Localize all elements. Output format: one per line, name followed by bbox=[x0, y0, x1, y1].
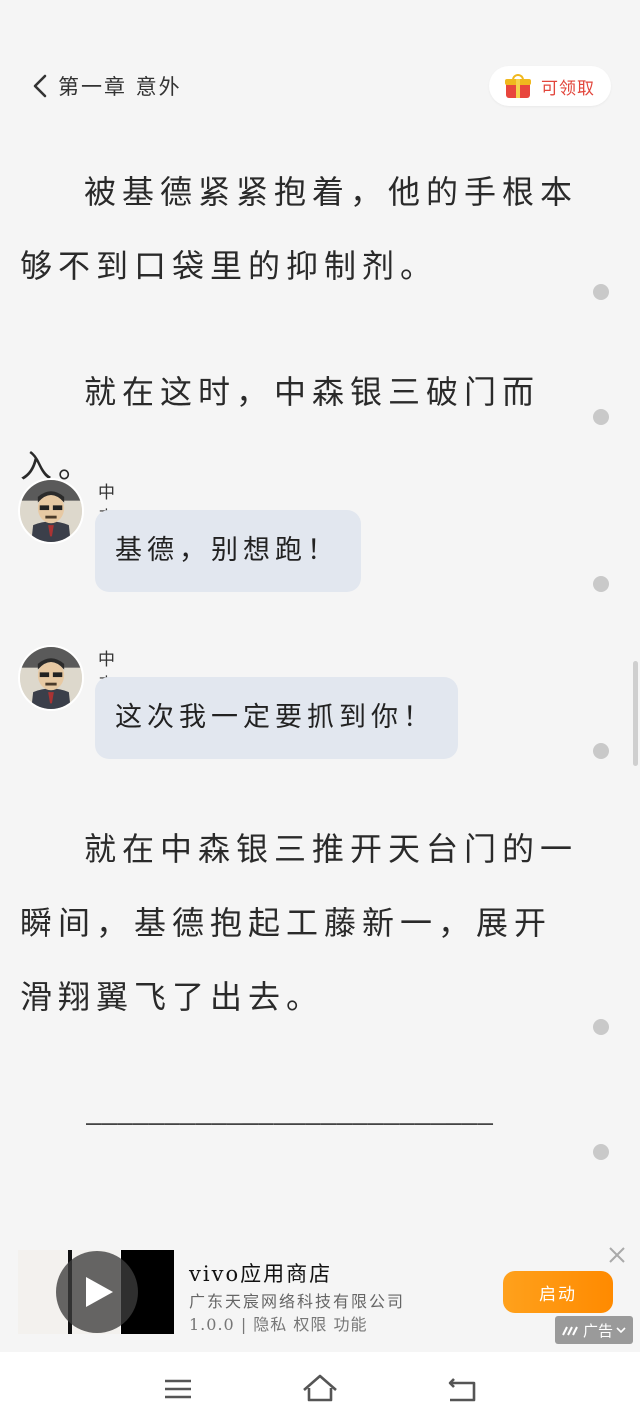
paragraph-comment-dot[interactable] bbox=[593, 284, 609, 300]
menu-icon bbox=[165, 1379, 191, 1399]
ad-meta-divider: | bbox=[240, 1315, 248, 1334]
chat-bubble: 基德，别想跑！ bbox=[95, 510, 361, 592]
back-icon bbox=[448, 1378, 476, 1402]
avatar[interactable] bbox=[18, 645, 84, 711]
ad-logo-icon bbox=[562, 1326, 578, 1336]
play-button[interactable] bbox=[56, 1251, 138, 1333]
paragraph-comment-dot[interactable] bbox=[593, 1019, 609, 1035]
back-button[interactable]: 第一章 意外 bbox=[30, 70, 182, 102]
play-icon bbox=[86, 1277, 113, 1307]
chevron-left-icon bbox=[33, 74, 47, 98]
reward-label: 可领取 bbox=[541, 78, 595, 99]
ad-meta: 1.0.0 | 隐私 权限 功能 bbox=[189, 1311, 368, 1335]
ad-title: vivo应用商店 bbox=[189, 1262, 333, 1286]
close-icon[interactable] bbox=[607, 1245, 627, 1265]
section-separator: —————————————————————————— bbox=[86, 1108, 493, 1138]
home-icon bbox=[303, 1374, 337, 1402]
avatar[interactable] bbox=[18, 478, 84, 544]
chevron-down-icon bbox=[616, 1327, 626, 1334]
story-paragraph: 被基德紧紧抱着，他的手根本够不到口袋里的抑制剂。 bbox=[20, 173, 579, 285]
ad-version: 1.0.0 bbox=[189, 1315, 235, 1334]
ad-company: 广东天宸网络科技有限公司 bbox=[189, 1292, 406, 1311]
ad-permissions-link[interactable]: 权限 bbox=[293, 1315, 327, 1334]
reward-claim-button[interactable]: 可领取 bbox=[489, 66, 611, 106]
home-button[interactable] bbox=[300, 1370, 340, 1408]
paragraph-comment-dot[interactable] bbox=[593, 576, 609, 592]
launch-button[interactable]: 启动 bbox=[503, 1271, 613, 1313]
reader-header: 第一章 意外 可领取 bbox=[0, 60, 640, 112]
gift-icon bbox=[505, 74, 531, 98]
paragraph-comment-dot[interactable] bbox=[593, 743, 609, 759]
paragraph-comment-dot[interactable] bbox=[593, 409, 609, 425]
ad-banner[interactable]: vivo应用商店 广东天宸网络科技有限公司 1.0.0 | 隐私 权限 功能 启… bbox=[0, 1238, 640, 1350]
paragraph-comment-dot[interactable] bbox=[593, 1144, 609, 1160]
ad-badge-label: 广告 bbox=[582, 1322, 613, 1340]
scrollbar-thumb[interactable] bbox=[633, 661, 638, 766]
back-nav-button[interactable] bbox=[442, 1370, 482, 1408]
system-nav-bar bbox=[0, 1352, 640, 1427]
chapter-title: 第一章 意外 bbox=[58, 75, 182, 99]
chat-bubble: 这次我一定要抓到你！ bbox=[95, 677, 458, 759]
ad-badge[interactable]: 广告 bbox=[555, 1316, 633, 1344]
ad-features-link[interactable]: 功能 bbox=[334, 1315, 368, 1334]
ad-privacy-link[interactable]: 隐私 bbox=[253, 1315, 287, 1334]
menu-button[interactable] bbox=[158, 1370, 198, 1408]
story-paragraph: 就在中森银三推开天台门的一瞬间，基德抱起工藤新一，展开滑翔翼飞了出去。 bbox=[20, 830, 579, 1016]
